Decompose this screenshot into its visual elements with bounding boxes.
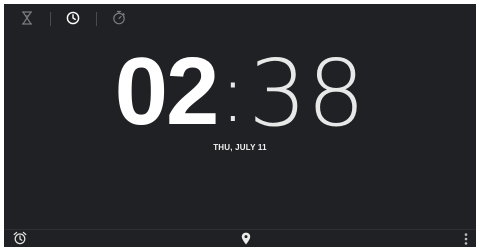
tab-timer[interactable] <box>16 9 38 29</box>
alarms-button[interactable] <box>10 231 30 247</box>
digital-clock: 02 : 38 <box>4 44 476 140</box>
overflow-menu-icon <box>464 230 468 248</box>
bottom-action-bar <box>4 229 476 247</box>
cities-button[interactable] <box>236 231 256 247</box>
overflow-menu-button[interactable] <box>456 231 476 247</box>
clock-separator: : <box>219 47 247 140</box>
alarm-clock-icon <box>13 230 27 248</box>
clock-icon <box>66 10 80 29</box>
tab-stopwatch[interactable] <box>108 9 130 29</box>
tab-clock[interactable] <box>62 9 84 29</box>
tab-divider <box>96 12 97 26</box>
location-pin-icon <box>241 230 251 248</box>
tab-divider <box>50 12 51 26</box>
stopwatch-icon <box>112 10 126 29</box>
clock-hours: 02 <box>114 38 220 145</box>
clock-app-screen: 02 : 38 THU, JULY 11 <box>4 4 476 247</box>
date-label: THU, JULY 11 <box>213 143 267 152</box>
clock-minutes: 38 <box>248 40 366 147</box>
hourglass-icon <box>21 10 33 29</box>
tab-bar <box>4 4 144 32</box>
